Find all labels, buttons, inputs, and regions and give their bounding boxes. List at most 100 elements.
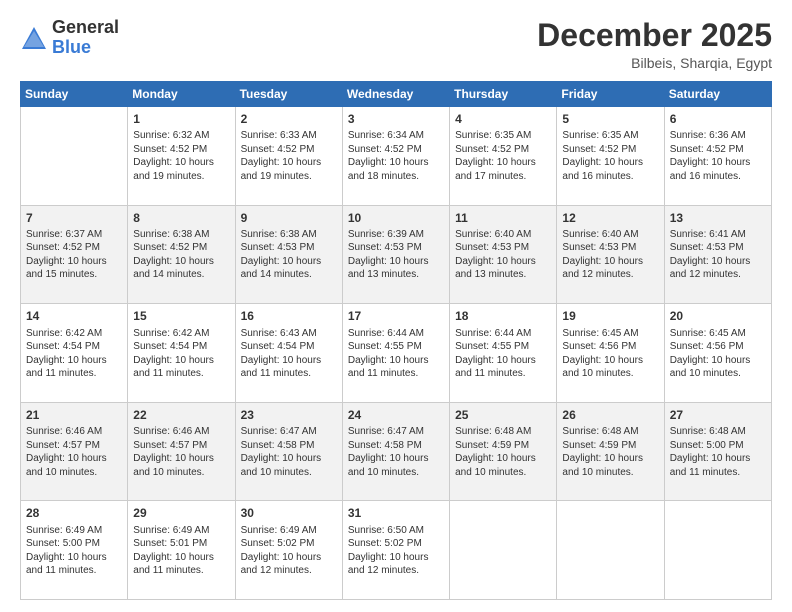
day-number: 15 (133, 308, 229, 324)
calendar-day-header: Thursday (450, 82, 557, 107)
day-info-line: Daylight: 10 hours (348, 452, 444, 466)
calendar-cell: 19Sunrise: 6:45 AMSunset: 4:56 PMDayligh… (557, 304, 664, 403)
day-info-line: Sunrise: 6:44 AM (348, 327, 444, 341)
logo-blue-text: Blue (52, 38, 119, 58)
day-number: 16 (241, 308, 337, 324)
calendar-week-row: 14Sunrise: 6:42 AMSunset: 4:54 PMDayligh… (21, 304, 772, 403)
day-info-line: Sunset: 5:00 PM (670, 439, 766, 453)
day-info-line: Sunrise: 6:48 AM (562, 425, 658, 439)
day-info-line: and 11 minutes. (26, 564, 122, 578)
day-number: 4 (455, 111, 551, 127)
day-info-line: Sunrise: 6:49 AM (241, 524, 337, 538)
calendar-cell: 27Sunrise: 6:48 AMSunset: 5:00 PMDayligh… (664, 402, 771, 501)
day-info-line: Sunrise: 6:39 AM (348, 228, 444, 242)
day-info-line: Sunrise: 6:40 AM (562, 228, 658, 242)
day-info-line: Sunrise: 6:48 AM (455, 425, 551, 439)
day-info-line: Sunrise: 6:35 AM (455, 129, 551, 143)
day-info-line: Sunrise: 6:46 AM (26, 425, 122, 439)
calendar-cell: 2Sunrise: 6:33 AMSunset: 4:52 PMDaylight… (235, 107, 342, 206)
calendar-cell: 28Sunrise: 6:49 AMSunset: 5:00 PMDayligh… (21, 501, 128, 600)
day-info-line: and 11 minutes. (348, 367, 444, 381)
day-info-line: Daylight: 10 hours (455, 452, 551, 466)
day-info-line: Sunset: 5:02 PM (241, 537, 337, 551)
day-info-line: and 12 minutes. (241, 564, 337, 578)
day-info-line: and 10 minutes. (562, 466, 658, 480)
day-info-line: and 11 minutes. (133, 564, 229, 578)
day-info-line: and 19 minutes. (133, 170, 229, 184)
day-info-line: Daylight: 10 hours (133, 452, 229, 466)
day-number: 21 (26, 407, 122, 423)
calendar-day-header: Sunday (21, 82, 128, 107)
day-info-line: Sunset: 5:00 PM (26, 537, 122, 551)
calendar-day-header: Wednesday (342, 82, 449, 107)
day-info-line: and 12 minutes. (562, 268, 658, 282)
calendar-cell: 25Sunrise: 6:48 AMSunset: 4:59 PMDayligh… (450, 402, 557, 501)
day-info-line: Sunrise: 6:35 AM (562, 129, 658, 143)
day-info-line: Sunset: 4:54 PM (26, 340, 122, 354)
day-info-line: and 11 minutes. (26, 367, 122, 381)
day-info-line: Daylight: 10 hours (562, 255, 658, 269)
logo-general-text: General (52, 18, 119, 38)
day-info-line: and 12 minutes. (670, 268, 766, 282)
day-info-line: Daylight: 10 hours (455, 156, 551, 170)
day-info-line: and 11 minutes. (133, 367, 229, 381)
day-info-line: Sunset: 4:52 PM (133, 241, 229, 255)
month-title: December 2025 (537, 18, 772, 53)
calendar-cell: 18Sunrise: 6:44 AMSunset: 4:55 PMDayligh… (450, 304, 557, 403)
day-info-line: Daylight: 10 hours (133, 354, 229, 368)
calendar-cell: 6Sunrise: 6:36 AMSunset: 4:52 PMDaylight… (664, 107, 771, 206)
calendar-week-row: 21Sunrise: 6:46 AMSunset: 4:57 PMDayligh… (21, 402, 772, 501)
day-info-line: and 11 minutes. (455, 367, 551, 381)
day-number: 13 (670, 210, 766, 226)
day-number: 28 (26, 505, 122, 521)
calendar-cell: 30Sunrise: 6:49 AMSunset: 5:02 PMDayligh… (235, 501, 342, 600)
day-info-line: and 18 minutes. (348, 170, 444, 184)
day-info-line: Daylight: 10 hours (133, 156, 229, 170)
calendar-cell (557, 501, 664, 600)
day-info-line: Daylight: 10 hours (348, 255, 444, 269)
day-number: 1 (133, 111, 229, 127)
calendar-day-header: Friday (557, 82, 664, 107)
calendar-cell: 7Sunrise: 6:37 AMSunset: 4:52 PMDaylight… (21, 205, 128, 304)
day-number: 22 (133, 407, 229, 423)
day-info-line: and 10 minutes. (670, 367, 766, 381)
logo-text: General Blue (52, 18, 119, 58)
calendar-cell: 1Sunrise: 6:32 AMSunset: 4:52 PMDaylight… (128, 107, 235, 206)
day-info-line: and 15 minutes. (26, 268, 122, 282)
day-info-line: Daylight: 10 hours (670, 255, 766, 269)
day-info-line: Sunset: 4:53 PM (562, 241, 658, 255)
day-info-line: and 14 minutes. (241, 268, 337, 282)
day-info-line: Sunrise: 6:42 AM (26, 327, 122, 341)
calendar-cell (21, 107, 128, 206)
day-info-line: Daylight: 10 hours (133, 255, 229, 269)
calendar-cell: 5Sunrise: 6:35 AMSunset: 4:52 PMDaylight… (557, 107, 664, 206)
calendar-cell: 10Sunrise: 6:39 AMSunset: 4:53 PMDayligh… (342, 205, 449, 304)
day-number: 9 (241, 210, 337, 226)
calendar-cell: 29Sunrise: 6:49 AMSunset: 5:01 PMDayligh… (128, 501, 235, 600)
page: General Blue December 2025 Bilbeis, Shar… (0, 0, 792, 612)
day-info-line: Daylight: 10 hours (348, 551, 444, 565)
day-info-line: Sunrise: 6:38 AM (241, 228, 337, 242)
day-info-line: Sunrise: 6:41 AM (670, 228, 766, 242)
day-number: 29 (133, 505, 229, 521)
day-info-line: Sunrise: 6:45 AM (562, 327, 658, 341)
calendar-cell: 15Sunrise: 6:42 AMSunset: 4:54 PMDayligh… (128, 304, 235, 403)
day-info-line: Daylight: 10 hours (348, 156, 444, 170)
day-info-line: Sunset: 5:02 PM (348, 537, 444, 551)
day-info-line: Sunrise: 6:45 AM (670, 327, 766, 341)
day-info-line: Daylight: 10 hours (670, 452, 766, 466)
day-info-line: Sunset: 4:58 PM (241, 439, 337, 453)
day-number: 20 (670, 308, 766, 324)
day-info-line: Sunset: 4:52 PM (670, 143, 766, 157)
day-info-line: and 12 minutes. (348, 564, 444, 578)
calendar-cell: 16Sunrise: 6:43 AMSunset: 4:54 PMDayligh… (235, 304, 342, 403)
calendar-cell: 8Sunrise: 6:38 AMSunset: 4:52 PMDaylight… (128, 205, 235, 304)
calendar-day-header: Monday (128, 82, 235, 107)
day-number: 23 (241, 407, 337, 423)
logo: General Blue (20, 18, 119, 58)
day-number: 19 (562, 308, 658, 324)
calendar-cell: 21Sunrise: 6:46 AMSunset: 4:57 PMDayligh… (21, 402, 128, 501)
calendar-cell: 22Sunrise: 6:46 AMSunset: 4:57 PMDayligh… (128, 402, 235, 501)
day-info-line: Sunset: 4:53 PM (348, 241, 444, 255)
day-number: 30 (241, 505, 337, 521)
